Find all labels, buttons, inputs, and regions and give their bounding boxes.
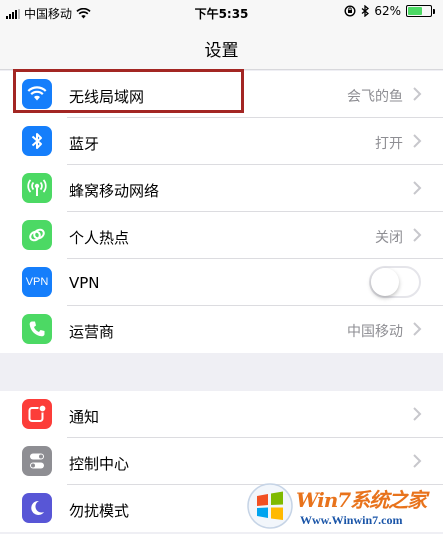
row-label: 运营商 xyxy=(69,323,115,341)
row-hotspot[interactable]: 个人热点 关闭 xyxy=(0,212,443,259)
chevron-right-icon xyxy=(413,228,422,242)
nav-bar: 设置 xyxy=(0,26,443,70)
row-cellular[interactable]: 蜂窝移动网络 xyxy=(0,165,443,212)
row-vpn: VPN VPN xyxy=(0,259,443,306)
row-label: 控制中心 xyxy=(69,455,130,473)
settings-group-network: 无线局域网 会飞的鱼 蓝牙 打开 蜂窝移动网络 个人热点 关闭 VPN VPN … xyxy=(0,71,443,353)
moon-icon xyxy=(22,493,52,523)
row-carrier[interactable]: 运营商 中国移动 xyxy=(0,306,443,353)
row-label: 蓝牙 xyxy=(69,135,100,153)
orientation-lock-icon xyxy=(344,5,356,17)
vpn-icon: VPN xyxy=(22,267,52,297)
battery-percent: 62% xyxy=(374,4,401,18)
row-value: 中国移动 xyxy=(347,324,403,340)
bluetooth-status-icon xyxy=(361,5,370,17)
vpn-icon-text: VPN xyxy=(25,276,49,288)
chevron-right-icon xyxy=(413,181,422,195)
row-value: 关闭 xyxy=(375,230,403,246)
chevron-right-icon xyxy=(413,322,422,336)
row-label: 通知 xyxy=(69,408,100,426)
status-right: 62% xyxy=(344,4,435,18)
watermark-url: Www.Winwin7.com xyxy=(300,513,403,527)
row-label: 蜂窝移动网络 xyxy=(69,182,160,200)
vpn-toggle[interactable] xyxy=(369,266,421,298)
control-center-icon xyxy=(22,446,52,476)
row-value: 会飞的鱼 xyxy=(347,89,403,105)
page-title: 设置 xyxy=(204,41,239,61)
windows-logo-icon xyxy=(247,483,293,529)
notifications-icon xyxy=(22,399,52,429)
wifi-highlight-box xyxy=(13,69,244,113)
row-bluetooth[interactable]: 蓝牙 打开 xyxy=(0,118,443,165)
row-label: VPN xyxy=(69,274,100,292)
cellular-icon xyxy=(22,173,52,203)
battery-icon xyxy=(406,5,435,17)
status-bar: 中国移动 下午5:35 62% xyxy=(0,0,443,26)
toggle-knob xyxy=(371,268,399,296)
chevron-right-icon xyxy=(413,134,422,148)
row-label: 勿扰模式 xyxy=(69,502,130,520)
watermark: Win7系统之家 Www.Winwin7.com xyxy=(244,478,443,534)
chevron-right-icon xyxy=(413,407,422,421)
row-label: 个人热点 xyxy=(69,229,130,247)
row-value: 打开 xyxy=(375,136,403,152)
phone-icon xyxy=(22,314,52,344)
chevron-right-icon xyxy=(413,87,422,101)
chevron-right-icon xyxy=(413,454,422,468)
hotspot-icon xyxy=(22,220,52,250)
row-notifications[interactable]: 通知 xyxy=(0,391,443,438)
watermark-title: Win7系统之家 xyxy=(296,488,427,512)
bluetooth-icon xyxy=(22,126,52,156)
